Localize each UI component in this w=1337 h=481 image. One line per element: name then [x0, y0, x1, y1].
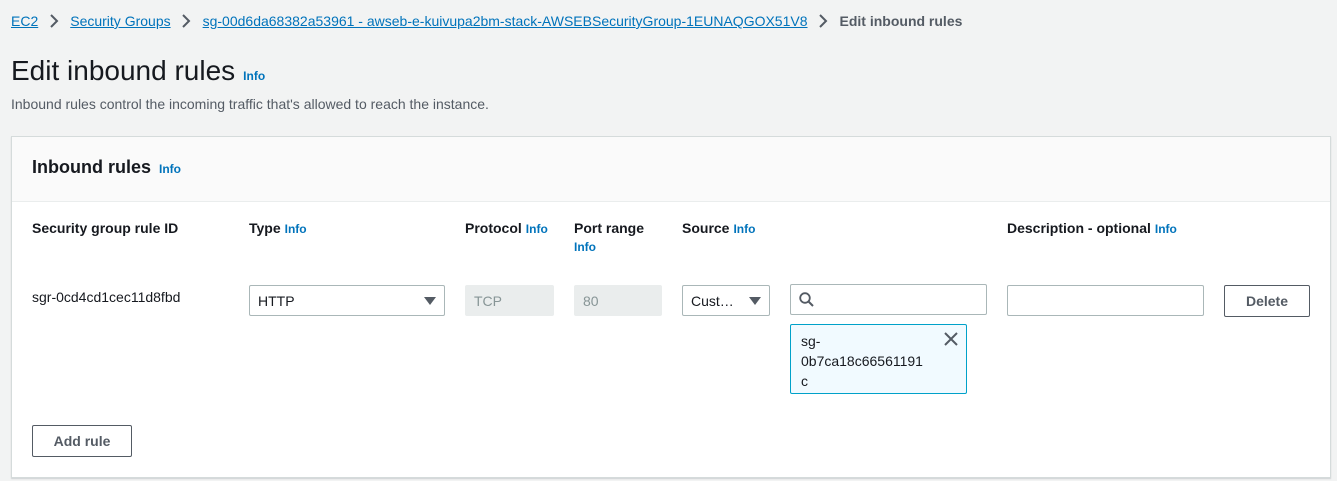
column-header-source: Source Info	[682, 220, 755, 236]
column-header-port-range: Port range Info	[574, 220, 674, 254]
page-title-info-link[interactable]: Info	[243, 69, 265, 83]
source-search-field[interactable]	[790, 284, 987, 315]
type-select[interactable]: HTTP	[249, 285, 445, 316]
column-header-rule-id: Security group rule ID	[32, 220, 178, 236]
protocol-field: TCP	[465, 285, 554, 316]
column-header-source-label: Source	[682, 220, 730, 236]
type-info-link[interactable]: Info	[285, 222, 307, 236]
description-input[interactable]	[1016, 292, 1195, 309]
port-range-value: 80	[583, 292, 599, 309]
column-header-protocol-label: Protocol	[465, 220, 522, 236]
page-header: Edit inbound rules Info	[11, 55, 265, 87]
column-header-type-label: Type	[249, 220, 281, 236]
source-type-select[interactable]: Cust…	[682, 285, 770, 316]
column-header-port-range-label: Port range	[574, 220, 645, 236]
rule-id-value: sgr-0cd4cd1cec11d8fbd	[32, 289, 181, 305]
panel-title: Inbound rules	[32, 157, 151, 177]
port-range-field: 80	[574, 285, 662, 316]
page-title: Edit inbound rules	[11, 55, 236, 86]
source-type-value: Cust…	[691, 292, 734, 309]
protocol-info-link[interactable]: Info	[526, 222, 548, 236]
chevron-right-icon	[171, 14, 203, 28]
description-field[interactable]	[1007, 285, 1204, 316]
page-description: Inbound rules control the incoming traff…	[11, 96, 489, 112]
source-info-link[interactable]: Info	[733, 222, 755, 236]
panel-header: Inbound rules Info	[12, 137, 1330, 202]
breadcrumb-link-security-groups[interactable]: Security Groups	[70, 13, 170, 29]
source-search-input[interactable]	[820, 291, 978, 308]
add-rule-button[interactable]: Add rule	[32, 425, 132, 457]
chevron-right-icon	[38, 14, 70, 28]
type-select-value: HTTP	[258, 292, 295, 309]
chevron-right-icon	[808, 14, 840, 28]
panel-info-link[interactable]: Info	[159, 162, 181, 176]
column-header-protocol: Protocol Info	[465, 220, 548, 236]
port-range-info-link[interactable]: Info	[574, 240, 674, 254]
delete-rule-button[interactable]: Delete	[1224, 285, 1310, 317]
column-header-description: Description - optional Info	[1007, 220, 1177, 236]
caret-down-icon	[749, 296, 761, 305]
description-info-link[interactable]: Info	[1155, 222, 1177, 236]
column-header-type: Type Info	[249, 220, 307, 236]
source-token-line-2: 0b7ca18c66561191	[801, 353, 923, 369]
breadcrumb-current: Edit inbound rules	[839, 13, 963, 29]
column-header-rule-id-label: Security group rule ID	[32, 220, 179, 236]
source-token-line-1: sg-	[801, 333, 821, 349]
close-icon[interactable]	[944, 331, 958, 346]
protocol-value: TCP	[474, 292, 502, 309]
breadcrumb-link-ec2[interactable]: EC2	[11, 13, 38, 29]
source-token: sg- 0b7ca18c66561191 c	[790, 324, 967, 394]
breadcrumb-link-security-group[interactable]: sg-00d6da68382a53961 - awseb-e-kuivupa2b…	[203, 13, 808, 29]
source-token-line-3: c	[801, 373, 808, 389]
breadcrumb: EC2 Security Groups sg-00d6da68382a53961…	[11, 13, 962, 29]
inbound-rules-panel: Inbound rules Info Security group rule I…	[11, 136, 1331, 478]
search-icon	[799, 292, 814, 307]
caret-down-icon	[424, 296, 436, 305]
column-header-description-label: Description - optional	[1007, 220, 1151, 236]
